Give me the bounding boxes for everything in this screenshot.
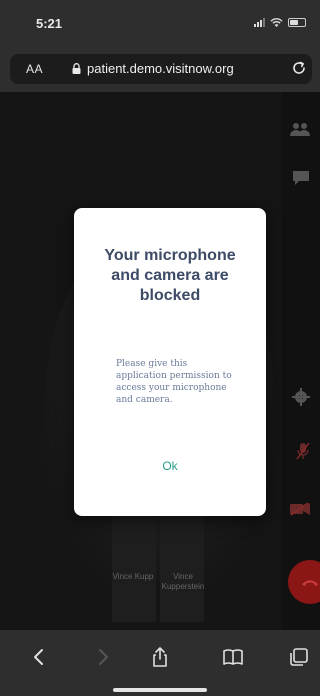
lock-icon xyxy=(72,63,81,74)
chat-icon[interactable] xyxy=(292,170,310,186)
camera-icon[interactable] xyxy=(290,502,310,516)
wifi-icon xyxy=(270,18,283,27)
end-call-icon xyxy=(301,579,319,586)
microphone-icon[interactable] xyxy=(296,442,310,460)
browser-address-area: AA patient.demo.visitnow.org xyxy=(0,48,320,92)
participant-name: Vince Kupperstein xyxy=(161,572,205,591)
forward-icon[interactable] xyxy=(92,646,114,668)
participant-tile[interactable] xyxy=(112,512,156,622)
url-display[interactable]: patient.demo.visitnow.org xyxy=(72,61,234,76)
back-icon[interactable] xyxy=(28,646,50,668)
participants-icon[interactable] xyxy=(290,122,310,136)
dialog-message: Please give this application permission … xyxy=(116,359,232,405)
url-text: patient.demo.visitnow.org xyxy=(87,61,234,76)
permission-dialog: Your microphone and camera are blocked P… xyxy=(74,208,266,516)
status-time: 5:21 xyxy=(36,16,63,31)
participant-name: Vince Kupp xyxy=(112,572,154,581)
browser-toolbar xyxy=(0,630,320,696)
settings-icon[interactable] xyxy=(292,388,310,406)
tabs-icon[interactable] xyxy=(288,646,310,668)
participant-tile[interactable] xyxy=(160,512,204,622)
status-bar: 5:21 xyxy=(0,0,320,48)
reload-icon[interactable] xyxy=(290,59,308,77)
address-bar[interactable]: AA patient.demo.visitnow.org xyxy=(10,54,312,84)
call-controls xyxy=(282,92,320,630)
home-indicator xyxy=(113,688,207,692)
battery-icon xyxy=(288,18,306,27)
share-icon[interactable] xyxy=(149,646,171,668)
dialog-title: Your microphone and camera are blocked xyxy=(104,247,236,304)
text-size-button[interactable]: AA xyxy=(26,62,43,76)
ok-button[interactable]: Ok xyxy=(144,454,196,478)
status-icons xyxy=(254,18,306,27)
signal-icon xyxy=(254,18,265,27)
bookmarks-icon[interactable] xyxy=(222,646,244,668)
